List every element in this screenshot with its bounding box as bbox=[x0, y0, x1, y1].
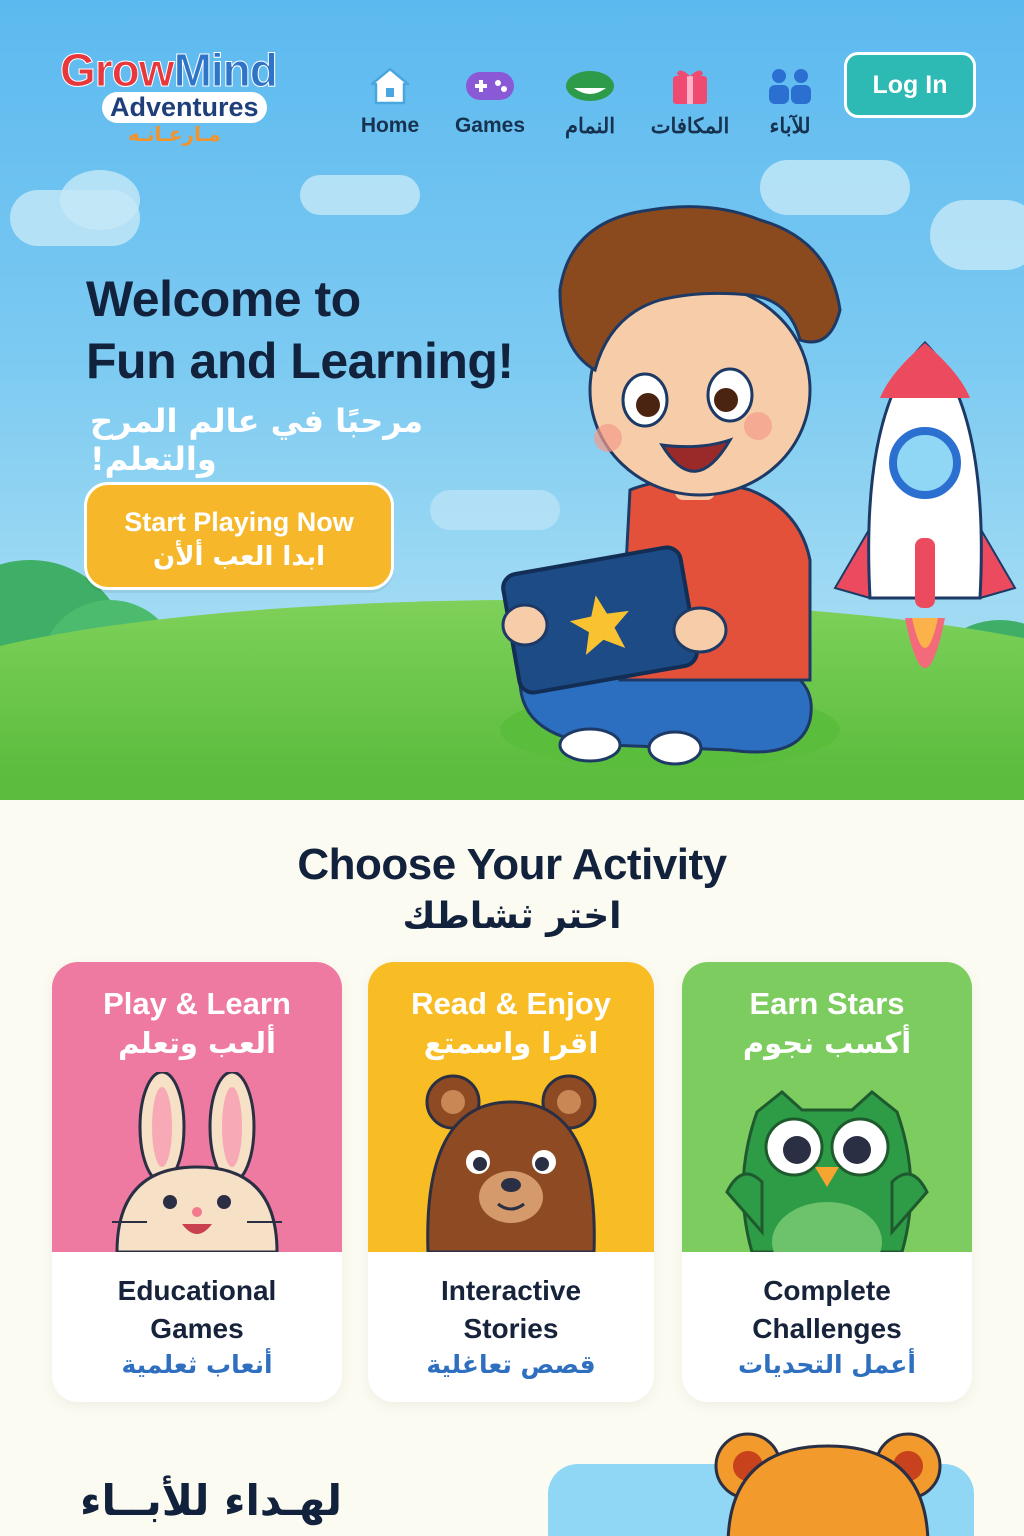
nav-label: Home bbox=[360, 114, 420, 137]
boy-with-tablet-illustration bbox=[500, 205, 842, 770]
logo-wordmark: GrowMind bbox=[60, 44, 279, 97]
card-heading-arabic: أكسب نجوم bbox=[742, 1026, 912, 1060]
card-heading-arabic: اقرا واسمتع bbox=[423, 1026, 599, 1060]
card-title-line: Complete bbox=[763, 1275, 891, 1306]
section-title: Choose Your Activity bbox=[297, 840, 727, 889]
cloud bbox=[300, 175, 420, 215]
activity-card-play-learn[interactable]: Play & Learn ألعب وتعلم Educational Game… bbox=[52, 962, 342, 1402]
activity-card-read-enjoy[interactable]: Read & Enjoy اقرا واسمتع Interactive Sto… bbox=[368, 962, 654, 1402]
cta-label: Start Playing Now bbox=[124, 507, 354, 537]
logo[interactable]: GrowMind Adventures مـارعـانـه bbox=[60, 44, 300, 154]
login-button[interactable]: Log In bbox=[844, 52, 976, 118]
nav-item-sleep[interactable]: النمام bbox=[540, 64, 640, 139]
card-title-line: Educational bbox=[117, 1275, 277, 1306]
card-title-line: Stories bbox=[463, 1313, 559, 1344]
nav-label: المكافات bbox=[650, 115, 730, 138]
card-heading-arabic: ألعب وتعلم bbox=[118, 1026, 276, 1060]
bunny-illustration bbox=[112, 1072, 282, 1252]
card-heading: Earn Stars bbox=[749, 986, 905, 1021]
card-title: Complete Challenges bbox=[702, 1272, 952, 1348]
nav-item-parents[interactable]: للآباء bbox=[740, 64, 840, 139]
nav-item-games[interactable]: Games bbox=[440, 64, 540, 139]
parents-icon bbox=[740, 64, 840, 108]
rocket-illustration bbox=[833, 340, 1017, 668]
cta-label-arabic: ابدا العب ألأن bbox=[152, 542, 326, 572]
activity-card-earn-stars[interactable]: Earn Stars أكسب نجوم Complete Challenges… bbox=[682, 962, 972, 1402]
home-icon bbox=[340, 64, 440, 108]
gamepad-icon bbox=[440, 64, 540, 108]
hero-title: Welcome to Fun and Learning! bbox=[86, 268, 556, 392]
gift-icon bbox=[640, 64, 740, 108]
cloud bbox=[930, 200, 1024, 270]
nav-label: النمام bbox=[564, 115, 616, 138]
card-title-line: Games bbox=[150, 1313, 244, 1344]
card-title-arabic: أعمل التحديات bbox=[738, 1350, 916, 1379]
bear-peek-illustration bbox=[714, 1432, 942, 1536]
start-playing-button[interactable]: Start Playing Now ابدا العب ألأن bbox=[84, 482, 394, 590]
card-title-arabic: أنعاب ثعلمية bbox=[121, 1350, 273, 1379]
nav-label: Games bbox=[454, 114, 526, 137]
card-title-line: Interactive bbox=[440, 1275, 582, 1306]
cloud bbox=[60, 170, 140, 230]
card-title: Educational Games bbox=[72, 1272, 322, 1348]
nav-item-rewards[interactable]: المكافات bbox=[640, 64, 740, 139]
logo-arabic: مـارعـانـه bbox=[128, 122, 221, 146]
main-nav: Home Games النمام المكافات للآباء bbox=[340, 64, 840, 139]
sleep-icon bbox=[540, 64, 640, 108]
card-title-arabic: قصص تعاغلية bbox=[426, 1350, 596, 1379]
card-heading: Read & Enjoy bbox=[411, 986, 611, 1021]
hero-subtitle-arabic: مرحبًا في عالم المرح والتعلم! bbox=[90, 402, 423, 478]
bear-illustration bbox=[425, 1074, 597, 1252]
hero-section: GrowMind Adventures مـارعـانـه Home Game… bbox=[0, 0, 1024, 800]
hero-title-line: Fun and Learning! bbox=[86, 333, 514, 389]
logo-subtitle: Adventures bbox=[102, 92, 267, 123]
card-heading: Play & Learn bbox=[103, 986, 291, 1021]
hero-title-line: Welcome to bbox=[86, 271, 361, 327]
section-title-arabic: اختر ثشاطك bbox=[402, 896, 622, 937]
card-title: Interactive Stories bbox=[386, 1272, 636, 1348]
owl-illustration bbox=[725, 1090, 929, 1252]
card-title-line: Challenges bbox=[752, 1313, 902, 1344]
parents-section-title-arabic: لهـداء للأبــاء bbox=[80, 1476, 342, 1525]
nav-item-home[interactable]: Home bbox=[340, 64, 440, 139]
nav-label: للآباء bbox=[769, 115, 811, 138]
